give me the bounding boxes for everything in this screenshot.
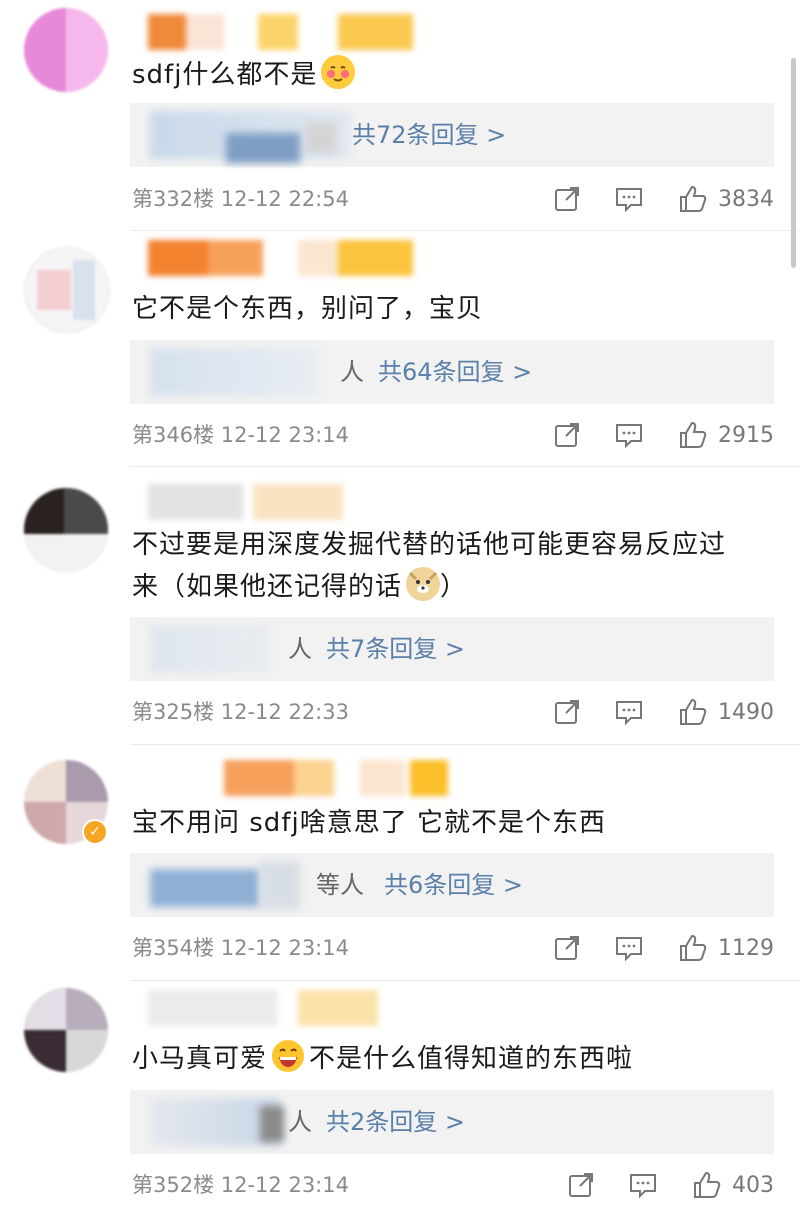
reply-preview[interactable]: 人 共64条回复 >: [130, 340, 774, 404]
reply-preview[interactable]: 人 共2条回复 >: [130, 1090, 774, 1154]
comment-text: 小马真可爱 不是什么值得知道的东西啦: [132, 1038, 764, 1080]
action-bar: 1490: [552, 695, 774, 729]
divider: [130, 980, 800, 981]
floor-time: 第354楼 12-12 23:14: [132, 936, 349, 960]
like-count: 3834: [718, 186, 774, 212]
reply-count-link[interactable]: 共72条回复 >: [352, 103, 506, 167]
like-count: 2915: [718, 422, 774, 448]
comment-icon[interactable]: [614, 420, 644, 450]
username[interactable]: [210, 760, 448, 796]
action-bar: 1129: [552, 931, 774, 965]
divider: [130, 466, 800, 467]
like-icon[interactable]: [692, 1170, 722, 1200]
comment-icon[interactable]: [614, 697, 644, 727]
reply-preview[interactable]: 共72条回复 >: [130, 103, 774, 167]
share-icon[interactable]: [552, 184, 582, 214]
comment-text: sdfj什么都不是: [132, 54, 764, 96]
share-icon[interactable]: [552, 697, 582, 727]
reply-count-link[interactable]: 共6条回复 >: [384, 853, 523, 917]
floor-time: 第346楼 12-12 23:14: [132, 423, 349, 447]
comment-text: 宝不用问 sdfj啥意思了 它就不是个东西: [132, 808, 606, 838]
reply-preview[interactable]: 人 共7条回复 >: [130, 617, 774, 681]
reply-names-suffix: 人: [340, 358, 364, 386]
comment-icon[interactable]: [628, 1170, 658, 1200]
grin-face-icon: [271, 1039, 305, 1073]
reply-preview[interactable]: 等人 共6条回复 >: [130, 853, 774, 917]
comment-text: 它不是个东西，别问了，宝贝: [132, 294, 484, 324]
username[interactable]: [148, 14, 413, 50]
share-icon[interactable]: [566, 1170, 596, 1200]
avatar[interactable]: [24, 988, 108, 1072]
divider: [130, 744, 800, 745]
reply-names-suffix: 人: [288, 1108, 312, 1136]
doge-icon: [406, 567, 441, 601]
reply-count-link[interactable]: 共2条回复 >: [326, 1090, 465, 1154]
floor-time: 第352楼 12-12 23:14: [132, 1173, 349, 1197]
username[interactable]: [148, 484, 348, 520]
action-bar: 403: [566, 1168, 774, 1202]
divider: [130, 230, 800, 231]
like-icon[interactable]: [678, 420, 708, 450]
like-count: 1129: [718, 935, 774, 961]
like-count: 1490: [718, 699, 774, 725]
avatar[interactable]: [24, 8, 108, 92]
avatar[interactable]: [24, 488, 108, 572]
reply-names-suffix: 等人: [316, 871, 364, 899]
share-icon[interactable]: [552, 420, 582, 450]
like-icon[interactable]: [678, 933, 708, 963]
comment-icon[interactable]: [614, 184, 644, 214]
floor-time: 第325楼 12-12 22:33: [132, 700, 349, 724]
like-icon[interactable]: [678, 184, 708, 214]
username[interactable]: [148, 240, 413, 276]
comment-text: 不过要是用深度发掘代替的话他可能更容易反应过 来（如果他还记得的话）: [132, 530, 727, 602]
username[interactable]: [148, 990, 388, 1026]
like-icon[interactable]: [678, 697, 708, 727]
action-bar: 3834: [552, 182, 774, 216]
avatar[interactable]: [24, 247, 110, 333]
scrollbar[interactable]: [791, 58, 796, 268]
action-bar: 2915: [552, 418, 774, 452]
comment-icon[interactable]: [614, 933, 644, 963]
reply-count-link[interactable]: 共7条回复 >: [326, 617, 465, 681]
reply-count-link[interactable]: 共64条回复 >: [378, 340, 532, 404]
like-count: 403: [732, 1172, 774, 1198]
verified-badge-icon: ✓: [82, 819, 108, 845]
floor-time: 第332楼 12-12 22:54: [132, 187, 349, 211]
share-icon[interactable]: [552, 933, 582, 963]
reply-names-suffix: 人: [288, 635, 312, 663]
blush-face-icon: [321, 55, 356, 89]
